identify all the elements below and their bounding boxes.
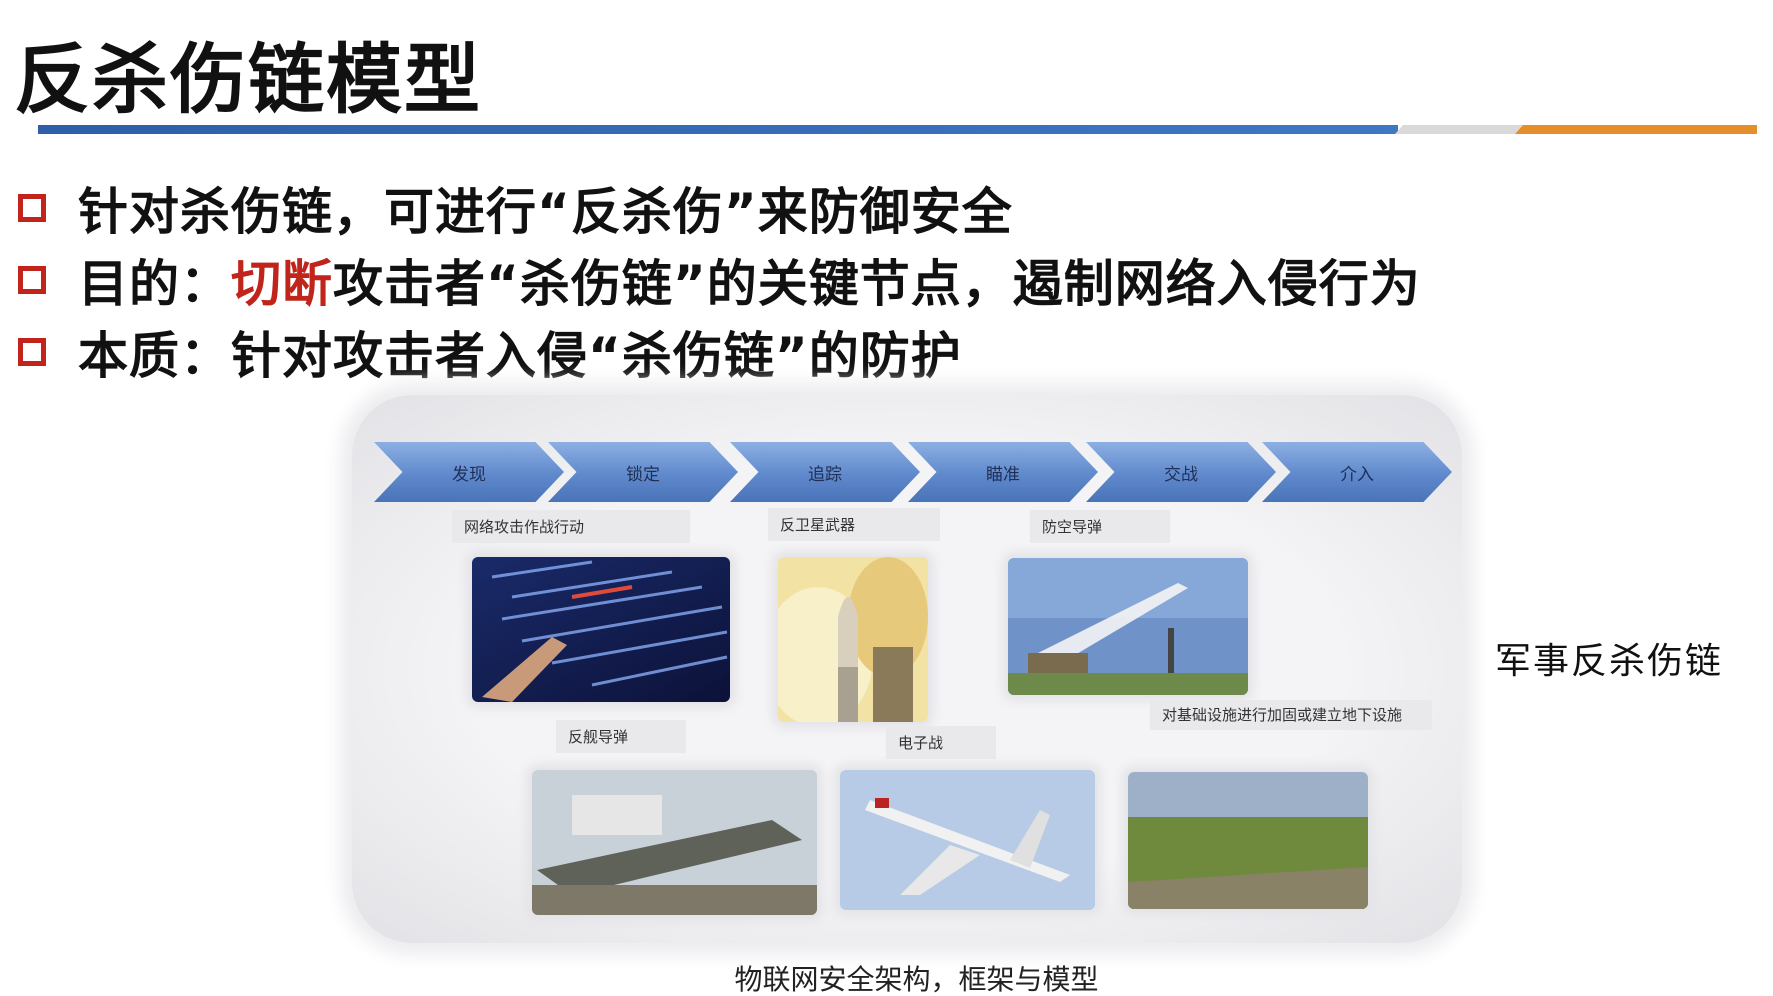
square-bullet-icon [18,194,46,222]
chain-step-engage: 交战 [1086,442,1276,502]
title-rule-orange [1515,125,1757,134]
cyber-code-image [472,557,730,702]
bullet-item: 本质：针对攻击者入侵“杀伤链”的防护 [18,316,1421,388]
chain-step-track: 追踪 [730,442,920,502]
anti-ship-missile-image [532,770,817,915]
chain-step-target: 瞄准 [908,442,1098,502]
label-anti-ship: 反舰导弹 [556,720,686,753]
label-cyber-ops: 网络攻击作战行动 [452,510,690,543]
bullet-text: 本质：针对攻击者入侵“杀伤链”的防护 [78,327,962,385]
chain-step-intervene: 介入 [1262,442,1452,502]
bullet-text: 目的：切断攻击者“杀伤链”的关键节点，遏制网络入侵行为 [78,244,1421,316]
bullet-list: 针对杀伤链，可进行“反杀伤”来防御安全 目的：切断攻击者“杀伤链”的关键节点，遏… [18,172,1421,388]
title-rule-blue [38,125,1398,134]
label-infrastructure: 对基础设施进行加固或建立地下设施 [1150,700,1432,730]
bullet-highlight: 切断 [231,255,333,313]
page-title: 反杀伤链模型 [14,35,482,124]
bullet-item: 目的：切断攻击者“杀伤链”的关键节点，遏制网络入侵行为 [18,244,1421,316]
aa-missile-image [1008,558,1248,695]
label-ew: 电子战 [886,726,996,759]
bullet-suffix: 攻击者“杀伤链”的关键节点，遏制网络入侵行为 [333,255,1421,313]
bullet-text: 针对杀伤链，可进行“反杀伤”来防御安全 [78,183,1013,241]
label-aa-missile: 防空导弹 [1030,510,1170,543]
asat-launch-image [778,557,928,722]
ew-aircraft-image [840,770,1095,910]
image-caption: 物联网安全架构，框架与模型 [734,963,1099,996]
title-rule-gray [1395,125,1523,134]
chain-step-discover: 发现 [374,442,564,502]
label-asat: 反卫星武器 [768,508,940,541]
side-label: 军事反杀伤链 [1495,641,1724,682]
square-bullet-icon [18,338,46,366]
square-bullet-icon [18,266,46,294]
chain-step-lock: 锁定 [548,442,738,502]
bullet-prefix: 目的： [78,255,231,313]
infrastructure-field-image [1128,772,1368,909]
bullet-item: 针对杀伤链，可进行“反杀伤”来防御安全 [18,172,1421,244]
